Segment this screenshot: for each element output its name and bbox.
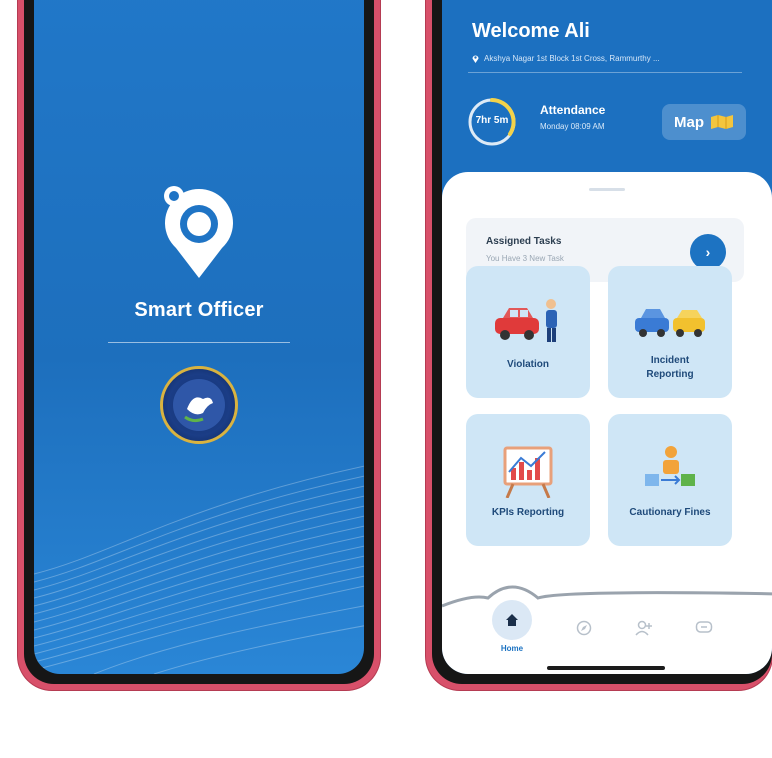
chart-board-icon bbox=[503, 446, 553, 498]
attendance-time: Monday 08:09 AM bbox=[540, 122, 605, 131]
map-button-label: Map bbox=[674, 113, 704, 131]
bottom-navigation: Home bbox=[442, 580, 772, 674]
location-pin-logo-icon bbox=[164, 186, 233, 278]
tile-label: Violation bbox=[506, 359, 550, 370]
car-collision-icon bbox=[635, 309, 705, 337]
chat-icon[interactable] bbox=[684, 620, 724, 656]
splash-screen: Smart Officer bbox=[34, 0, 364, 674]
car-officer-icon bbox=[495, 299, 557, 342]
assigned-tasks-subtitle: You Have 3 New Task bbox=[486, 254, 564, 263]
tile-incident-reporting[interactable]: Incident Reporting bbox=[608, 266, 732, 398]
tile-kpis-reporting[interactable]: KPIs Reporting bbox=[466, 414, 590, 546]
phone-bezel-left: Smart Officer bbox=[24, 0, 374, 684]
phone-frame-left: Smart Officer bbox=[18, 0, 380, 690]
chevron-right-icon[interactable]: › bbox=[690, 234, 726, 270]
assigned-tasks-title: Assigned Tasks bbox=[486, 236, 562, 247]
header-divider bbox=[468, 72, 742, 73]
tile-label: KPIs Reporting bbox=[491, 507, 565, 518]
attendance-ring: 7hr 5m bbox=[466, 96, 518, 148]
tile-label: Cautionary Fines bbox=[629, 507, 711, 518]
wave-pattern bbox=[34, 465, 364, 674]
attendance-title: Attendance bbox=[540, 103, 606, 117]
home-screen: Welcome Ali Akshya Nagar 1st Block 1st C… bbox=[442, 0, 772, 674]
welcome-title: Welcome Ali bbox=[472, 20, 590, 42]
drag-handle[interactable] bbox=[589, 188, 625, 191]
dashboard-sheet: Assigned Tasks You Have 3 New Task › Vio… bbox=[442, 172, 772, 674]
nav-home-label: Home bbox=[500, 644, 524, 653]
phone-frame-right: Welcome Ali Akshya Nagar 1st Block 1st C… bbox=[426, 0, 772, 690]
attendance-duration: 7hr 5m bbox=[475, 115, 509, 126]
phone-bezel-right: Welcome Ali Akshya Nagar 1st Block 1st C… bbox=[432, 0, 772, 684]
address-row: Akshya Nagar 1st Block 1st Cross, Rammur… bbox=[472, 54, 660, 63]
app-name: Smart Officer bbox=[134, 299, 264, 321]
location-pin-icon bbox=[472, 55, 479, 63]
map-button[interactable]: Map bbox=[662, 104, 746, 140]
tile-cautionary-fines[interactable]: Cautionary Fines bbox=[608, 414, 732, 546]
divider bbox=[108, 342, 290, 343]
fines-transfer-icon bbox=[645, 446, 695, 486]
tile-label: Incident Reporting bbox=[646, 355, 694, 380]
map-icon bbox=[711, 115, 733, 129]
compass-icon[interactable] bbox=[564, 620, 604, 656]
tile-violation[interactable]: Violation bbox=[466, 266, 590, 398]
home-icon[interactable] bbox=[492, 600, 532, 640]
home-indicator bbox=[547, 666, 665, 670]
user-add-icon[interactable] bbox=[624, 620, 664, 656]
address-text: Akshya Nagar 1st Block 1st Cross, Rammur… bbox=[484, 54, 660, 63]
